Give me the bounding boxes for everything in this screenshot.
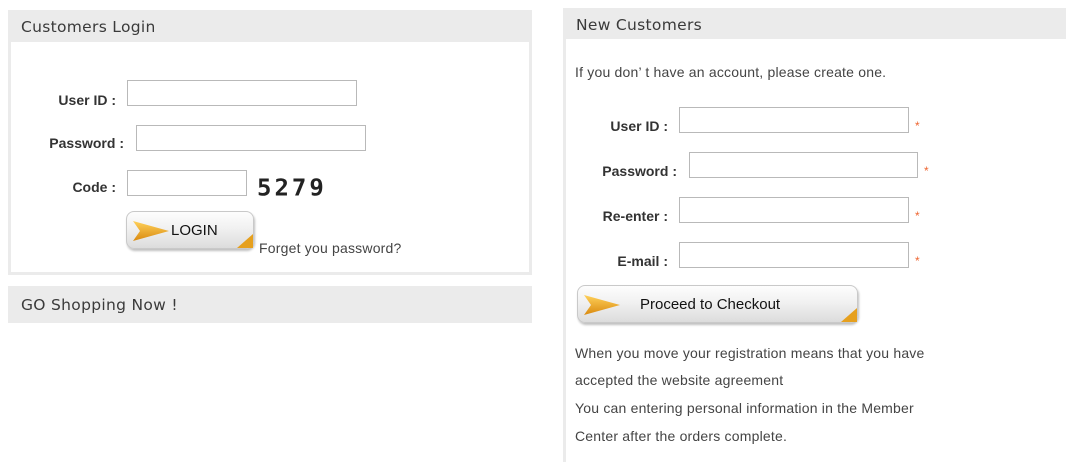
- registration-note-line-1: When you move your registration means th…: [575, 345, 925, 361]
- register-email-input[interactable]: [679, 242, 909, 268]
- orange-corner-icon: [841, 308, 857, 322]
- shopping-panel-header[interactable]: GO Shopping Now !: [8, 286, 532, 323]
- register-user-id-label: User ID :: [610, 118, 668, 134]
- login-button-label: LOGIN: [171, 222, 218, 239]
- register-user-id-required: *: [915, 119, 920, 133]
- register-password-input[interactable]: [689, 152, 918, 178]
- register-reenter-required: *: [915, 209, 920, 223]
- login-button[interactable]: LOGIN: [126, 211, 254, 249]
- captcha-image: 5279: [257, 174, 327, 202]
- register-password-required: *: [924, 164, 929, 178]
- register-panel-title: New Customers: [576, 16, 703, 34]
- login-password-input[interactable]: [136, 125, 366, 151]
- register-panel-left-border: [563, 39, 566, 462]
- login-code-input[interactable]: [127, 170, 247, 196]
- proceed-to-checkout-button[interactable]: Proceed to Checkout: [577, 285, 858, 323]
- register-reenter-input[interactable]: [679, 197, 909, 223]
- register-password-label: Password :: [602, 163, 677, 179]
- register-panel-header: New Customers: [563, 8, 1066, 39]
- login-code-label: Code :: [72, 179, 116, 195]
- registration-note-line-2: accepted the website agreement: [575, 372, 784, 388]
- login-user-id-input[interactable]: [127, 80, 357, 106]
- register-email-required: *: [915, 254, 920, 268]
- shopping-panel-title: GO Shopping Now !: [21, 296, 178, 314]
- register-user-id-input[interactable]: [679, 107, 909, 133]
- orange-arrow-icon: [133, 221, 169, 241]
- login-panel-title: Customers Login: [21, 18, 156, 36]
- login-user-id-label: User ID :: [58, 92, 116, 108]
- orange-arrow-icon: [584, 295, 620, 315]
- registration-note-line-3: You can entering personal information in…: [575, 400, 914, 416]
- orange-corner-icon: [237, 234, 253, 248]
- register-intro-text: If you don’ t have an account, please cr…: [575, 64, 887, 80]
- register-email-label: E-mail :: [617, 253, 668, 269]
- login-password-label: Password :: [49, 135, 124, 151]
- register-reenter-label: Re-enter :: [602, 208, 668, 224]
- forgot-password-link[interactable]: Forget you password?: [259, 240, 402, 256]
- login-panel-header: Customers Login: [8, 10, 532, 42]
- registration-note-line-4: Center after the orders complete.: [575, 428, 788, 444]
- proceed-to-checkout-label: Proceed to Checkout: [640, 296, 781, 313]
